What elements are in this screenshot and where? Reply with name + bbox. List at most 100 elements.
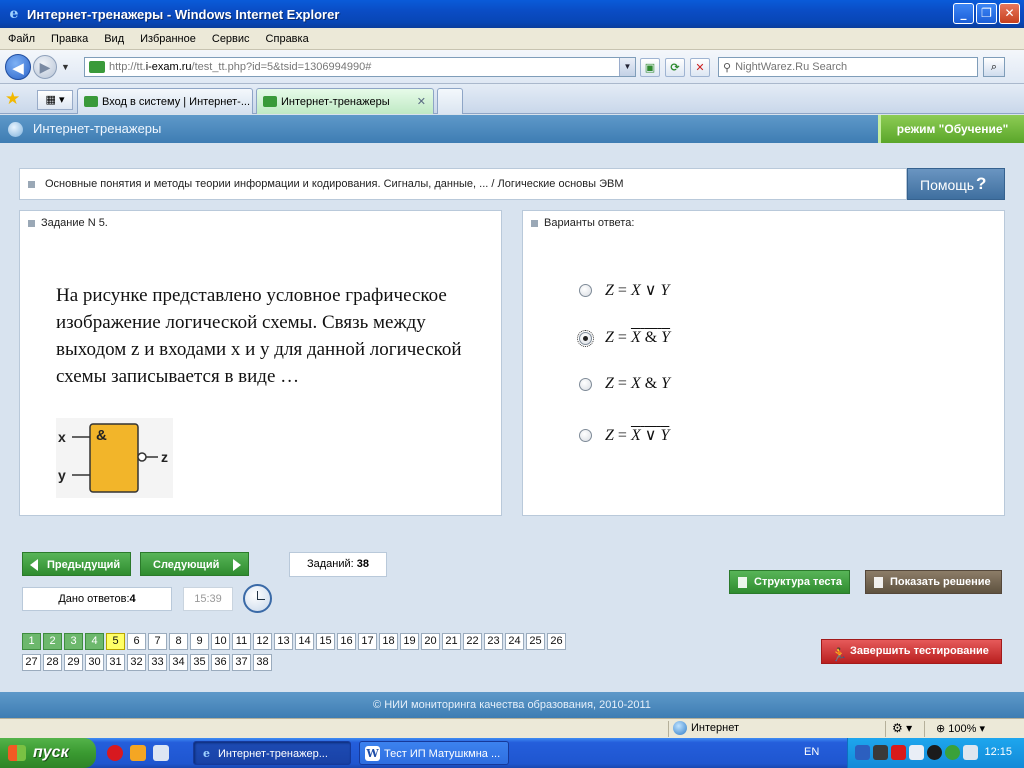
tray-network-icon[interactable]	[855, 745, 870, 760]
quick-tabs-icon[interactable]: ▦ ▾	[37, 90, 73, 110]
ie-logo-icon: e	[9, 6, 19, 22]
tray-update-icon[interactable]	[945, 745, 960, 760]
zoom-level[interactable]: ⊕ 100% ▾	[936, 722, 985, 735]
task-number-1[interactable]: 1	[22, 633, 41, 650]
quicklaunch-app-icon[interactable]	[130, 745, 146, 761]
menu-edit[interactable]: Правка	[51, 33, 88, 45]
task-number-18[interactable]: 18	[379, 633, 398, 650]
minimize-button[interactable]: _	[953, 3, 974, 24]
task-number-37[interactable]: 37	[232, 654, 251, 671]
compatibility-icon[interactable]: ▣	[640, 58, 660, 77]
task-number-23[interactable]: 23	[484, 633, 503, 650]
answer-option-4[interactable]: Z = X ∨ Y	[579, 425, 669, 445]
task-number-6[interactable]: 6	[127, 633, 146, 650]
tray-antivirus-icon[interactable]	[891, 745, 906, 760]
task-number-8[interactable]: 8	[169, 633, 188, 650]
task-number-30[interactable]: 30	[85, 654, 104, 671]
task-number-7[interactable]: 7	[148, 633, 167, 650]
taskbar-clock[interactable]: 12:15	[984, 746, 1012, 758]
tray-drive-icon[interactable]	[963, 745, 978, 760]
security-zone: Интернет	[673, 721, 739, 735]
back-button[interactable]: ◀	[5, 54, 31, 80]
task-number-4[interactable]: 4	[85, 633, 104, 650]
task-number-27[interactable]: 27	[22, 654, 41, 671]
tab-close-icon[interactable]: ✕	[417, 95, 426, 108]
finish-test-button[interactable]: 🏃 Завершить тестирование	[821, 639, 1002, 664]
search-button[interactable]: ⌕	[983, 57, 1005, 77]
taskbar-item-ie[interactable]: e Интернет-тренажер...	[193, 741, 351, 765]
task-number-32[interactable]: 32	[127, 654, 146, 671]
address-dropdown-icon[interactable]: ▼	[619, 58, 635, 76]
start-button[interactable]: пуск	[0, 738, 96, 768]
task-number-24[interactable]: 24	[505, 633, 524, 650]
task-number-34[interactable]: 34	[169, 654, 188, 671]
language-indicator[interactable]: EN	[804, 746, 819, 758]
maximize-button[interactable]: ❐	[976, 3, 997, 24]
help-button[interactable]: Помощь ?	[907, 168, 1005, 200]
menu-favorites[interactable]: Избранное	[140, 33, 196, 45]
address-field[interactable]: http://tt.i-exam.ru/test_tt.php?id=5&tsi…	[84, 57, 636, 77]
task-number-17[interactable]: 17	[358, 633, 377, 650]
tray-volume-icon[interactable]	[909, 745, 924, 760]
task-number-31[interactable]: 31	[106, 654, 125, 671]
answer-option-1[interactable]: Z = X ∨ Y	[579, 280, 669, 300]
protected-mode-icon[interactable]: ⚙ ▾	[892, 721, 912, 735]
answer-radio[interactable]	[577, 329, 594, 347]
task-number-16[interactable]: 16	[337, 633, 356, 650]
test-structure-label: Структура теста	[754, 576, 843, 588]
task-number-21[interactable]: 21	[442, 633, 461, 650]
opera-icon[interactable]	[107, 745, 123, 761]
show-solution-button[interactable]: Показать решение	[865, 570, 1002, 594]
task-number-5[interactable]: 5	[106, 633, 125, 650]
task-number-36[interactable]: 36	[211, 654, 230, 671]
menu-help[interactable]: Справка	[266, 33, 309, 45]
tab-login[interactable]: Вход в систему | Интернет-...	[77, 88, 253, 114]
menu-file[interactable]: Файл	[8, 33, 35, 45]
taskbar-item-word[interactable]: W Тест ИП Матушкмна ...	[359, 741, 509, 765]
stop-icon[interactable]: ✕	[690, 58, 710, 77]
task-number-33[interactable]: 33	[148, 654, 167, 671]
favorites-star-icon[interactable]: ★	[5, 89, 20, 109]
tray-app-icon[interactable]	[873, 745, 888, 760]
task-number-19[interactable]: 19	[400, 633, 419, 650]
forward-button[interactable]: ▶	[33, 55, 57, 79]
address-url[interactable]: http://tt.i-exam.ru/test_tt.php?id=5&tsi…	[109, 61, 619, 73]
task-number-10[interactable]: 10	[211, 633, 230, 650]
task-number-38[interactable]: 38	[253, 654, 272, 671]
task-number-29[interactable]: 29	[64, 654, 83, 671]
tab-trainers[interactable]: Интернет-тренажеры ✕	[256, 88, 434, 114]
tray-media-icon[interactable]	[927, 745, 942, 760]
search-input[interactable]	[735, 61, 956, 73]
task-number-35[interactable]: 35	[190, 654, 209, 671]
close-button[interactable]: ✕	[999, 3, 1020, 24]
answer-radio[interactable]	[579, 428, 592, 442]
system-tray: 12:15	[847, 738, 1024, 768]
task-number-20[interactable]: 20	[421, 633, 440, 650]
search-box[interactable]: ⚲	[718, 57, 978, 77]
refresh-icon[interactable]: ⟳	[665, 58, 685, 77]
previous-button[interactable]: Предыдущий	[22, 552, 131, 576]
new-tab-button[interactable]	[437, 88, 463, 114]
task-number-28[interactable]: 28	[43, 654, 62, 671]
answer-option-3[interactable]: Z = X & Y	[579, 375, 670, 393]
show-desktop-icon[interactable]	[153, 745, 169, 761]
menu-view[interactable]: Вид	[104, 33, 124, 45]
answer-radio[interactable]	[579, 377, 592, 391]
history-dropdown-icon[interactable]: ▼	[61, 62, 70, 72]
task-number-26[interactable]: 26	[547, 633, 566, 650]
answer-radio[interactable]	[579, 283, 592, 297]
task-number-3[interactable]: 3	[64, 633, 83, 650]
test-structure-button[interactable]: Структура теста	[729, 570, 850, 594]
task-number-9[interactable]: 9	[190, 633, 209, 650]
task-number-13[interactable]: 13	[274, 633, 293, 650]
task-number-25[interactable]: 25	[526, 633, 545, 650]
task-number-22[interactable]: 22	[463, 633, 482, 650]
task-number-15[interactable]: 15	[316, 633, 335, 650]
menu-tools[interactable]: Сервис	[212, 33, 250, 45]
answer-option-2[interactable]: Z = X & Y	[577, 329, 670, 347]
task-number-11[interactable]: 11	[232, 633, 251, 650]
task-number-12[interactable]: 12	[253, 633, 272, 650]
task-number-2[interactable]: 2	[43, 633, 62, 650]
task-number-14[interactable]: 14	[295, 633, 314, 650]
next-button[interactable]: Следующий	[140, 552, 249, 576]
